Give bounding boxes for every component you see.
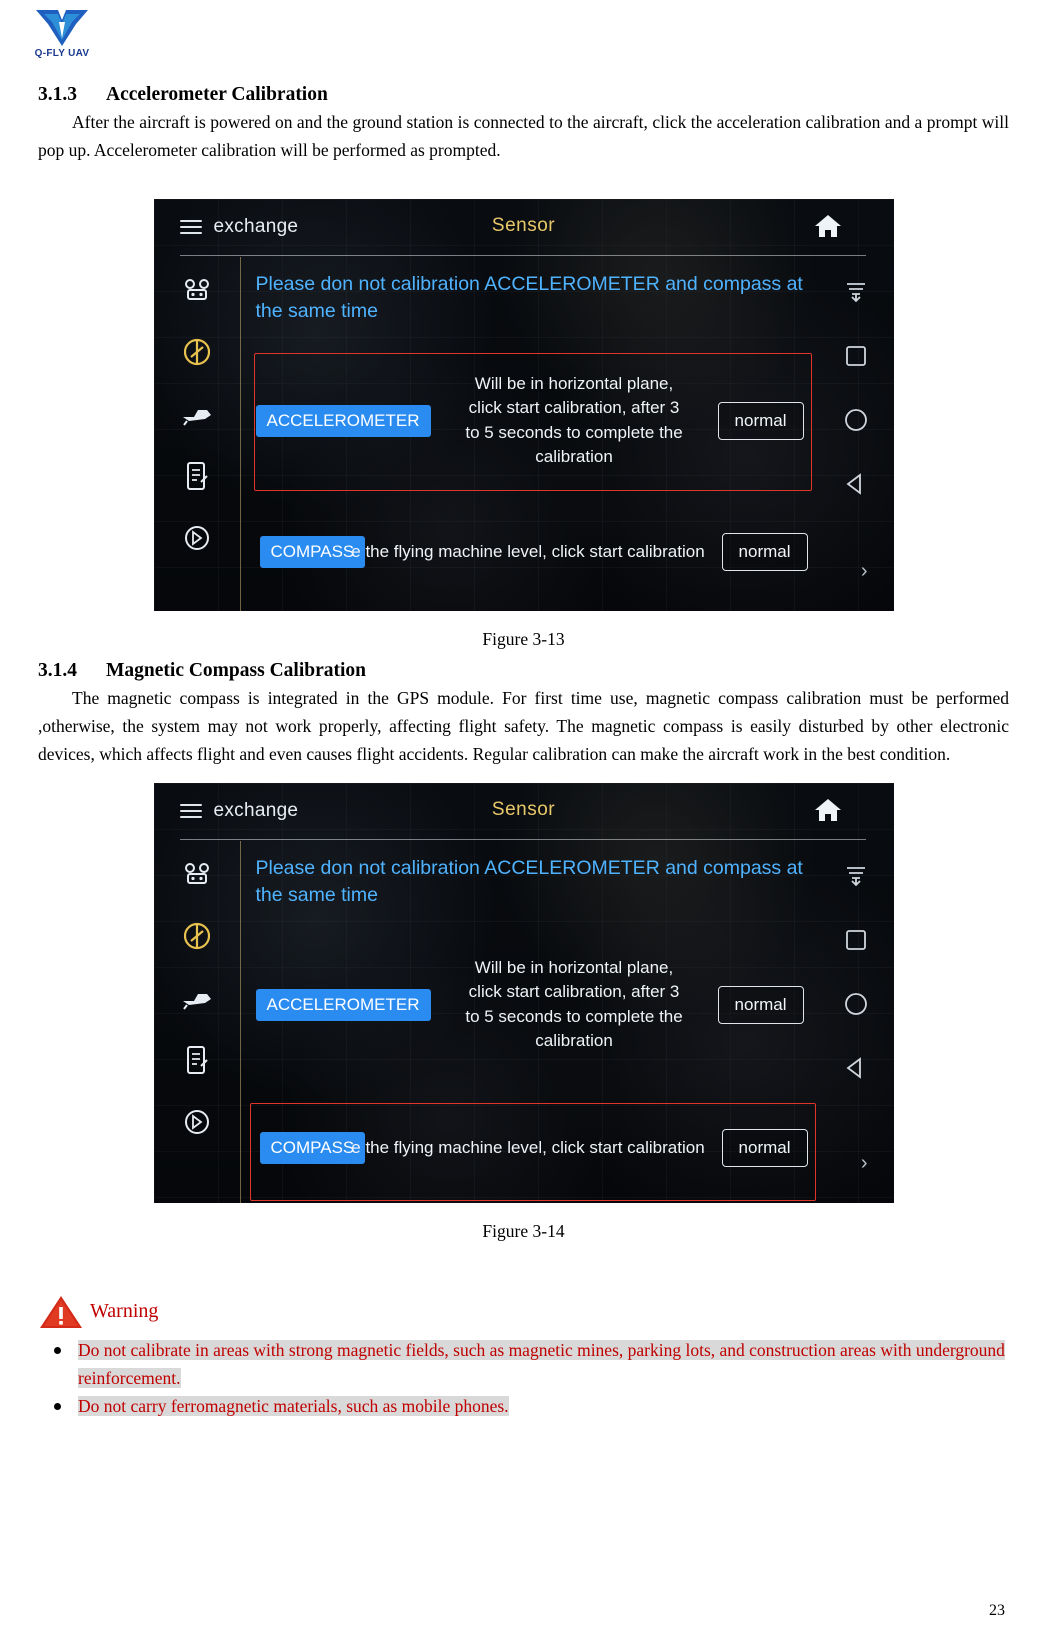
- figure-caption-313: Figure 3-13: [482, 628, 565, 649]
- aircraft-icon[interactable]: [180, 857, 214, 891]
- accelerometer-instruction: Will be in horizontal plane, click start…: [465, 957, 683, 1051]
- rail-divider: [239, 840, 241, 1203]
- warning-triangle-icon: [38, 1294, 84, 1330]
- checklist-icon[interactable]: [180, 1043, 214, 1077]
- list-item: Do not carry ferromagnetic materials, su…: [38, 1392, 1009, 1420]
- compass-icon[interactable]: [180, 335, 214, 369]
- section-heading-314: 3.1.4 Magnetic Compass Calibration: [38, 660, 1009, 682]
- compass-row: COMPASS e the flying machine level, clic…: [259, 1128, 808, 1167]
- accelerometer-status-button[interactable]: normal: [717, 401, 804, 440]
- accelerometer-instruction: Will be in horizontal plane, click start…: [465, 373, 683, 467]
- figure-3-13: exchange Sensor › Please don not calibra…: [38, 198, 1009, 611]
- section-number: 3.1.4: [38, 659, 77, 681]
- accelerometer-button[interactable]: ACCELEROMETER: [255, 404, 431, 437]
- figure-3-14: exchange Sensor › Please don not calibra…: [38, 782, 1009, 1203]
- right-rail: [818, 255, 894, 611]
- app-screenshot-1: exchange Sensor › Please don not calibra…: [153, 198, 894, 611]
- page-number: 23: [989, 1602, 1005, 1619]
- gimbal-icon[interactable]: [180, 981, 214, 1015]
- battery-icon[interactable]: [180, 1105, 214, 1139]
- menu-label[interactable]: exchange: [214, 800, 299, 822]
- back-triangle-icon[interactable]: [841, 469, 871, 499]
- circle-icon[interactable]: [841, 989, 871, 1019]
- compass-instruction: e the flying machine level, click start …: [351, 541, 705, 561]
- compass-button[interactable]: COMPASS: [259, 1131, 366, 1164]
- calibration-notice: Please don not calibration ACCELEROMETER…: [255, 272, 803, 322]
- square-icon[interactable]: [841, 925, 871, 955]
- section-paragraph-314: The magnetic compass is integrated in th…: [38, 687, 1009, 765]
- compass-status-button[interactable]: normal: [721, 532, 808, 571]
- app-topbar: exchange: [154, 783, 894, 839]
- topbar-divider: [179, 254, 866, 256]
- compass-status-button[interactable]: normal: [721, 1128, 808, 1167]
- drone-logo-icon: [32, 6, 92, 50]
- document-page: Q-FLY UAV 3.1.3 Accelerometer Calibration…: [0, 0, 1047, 1634]
- download-icon[interactable]: [841, 277, 871, 307]
- sensor-panel-1: Please don not calibration ACCELEROMETER…: [242, 257, 818, 611]
- section-heading-313: 3.1.3 Accelerometer Calibration: [38, 84, 1009, 106]
- accelerometer-status-button[interactable]: normal: [717, 985, 804, 1024]
- accelerometer-row: ACCELEROMETER Will be in horizontal plan…: [242, 953, 818, 1057]
- back-triangle-icon[interactable]: [841, 1053, 871, 1083]
- figure-caption-314: Figure 3-14: [482, 1220, 565, 1241]
- compass-row: COMPASS e the flying machine level, clic…: [259, 532, 808, 571]
- chevron-right-icon[interactable]: ›: [861, 1152, 868, 1175]
- hamburger-icon[interactable]: [179, 803, 202, 818]
- checklist-icon[interactable]: [180, 459, 214, 493]
- circle-icon[interactable]: [841, 405, 871, 435]
- app-topbar: exchange: [154, 199, 894, 255]
- hamburger-icon[interactable]: [179, 219, 202, 234]
- square-icon[interactable]: [841, 341, 871, 371]
- warning-item-text: Do not carry ferromagnetic materials, su…: [78, 1395, 509, 1416]
- app-screenshot-2: exchange Sensor › Please don not calibra…: [153, 782, 894, 1203]
- warning-list: Do not calibrate in areas with strong ma…: [38, 1336, 1009, 1420]
- compass-button[interactable]: COMPASS: [259, 535, 366, 568]
- warning-header: Warning: [38, 1294, 1009, 1330]
- section-number: 3.1.3: [38, 84, 77, 105]
- section-title: Accelerometer Calibration: [106, 84, 328, 105]
- chevron-right-icon[interactable]: ›: [861, 560, 868, 583]
- left-rail: [154, 839, 240, 1203]
- compass-instruction: e the flying machine level, click start …: [351, 1137, 705, 1157]
- menu-label[interactable]: exchange: [214, 216, 299, 238]
- compass-icon[interactable]: [180, 919, 214, 953]
- aircraft-icon[interactable]: [180, 273, 214, 307]
- warning-item-text: Do not calibrate in areas with strong ma…: [78, 1339, 1005, 1388]
- list-item: Do not calibrate in areas with strong ma…: [38, 1336, 1009, 1392]
- battery-icon[interactable]: [180, 521, 214, 555]
- accelerometer-button[interactable]: ACCELEROMETER: [255, 988, 431, 1021]
- rail-divider: [239, 256, 241, 611]
- download-icon[interactable]: [841, 861, 871, 891]
- company-logo: Q-FLY UAV: [14, 6, 110, 68]
- sensor-panel-2: Please don not calibration ACCELEROMETER…: [242, 841, 818, 1203]
- section-paragraph-313: After the aircraft is powered on and the…: [38, 112, 1009, 161]
- warning-title: Warning: [90, 1300, 159, 1323]
- calibration-notice: Please don not calibration ACCELEROMETER…: [255, 856, 803, 906]
- topbar-divider: [179, 838, 866, 840]
- accelerometer-row: ACCELEROMETER Will be in horizontal plan…: [242, 369, 818, 473]
- section-title: Magnetic Compass Calibration: [106, 659, 366, 681]
- left-rail: [154, 255, 240, 611]
- gimbal-icon[interactable]: [180, 397, 214, 431]
- right-rail: [818, 839, 894, 1203]
